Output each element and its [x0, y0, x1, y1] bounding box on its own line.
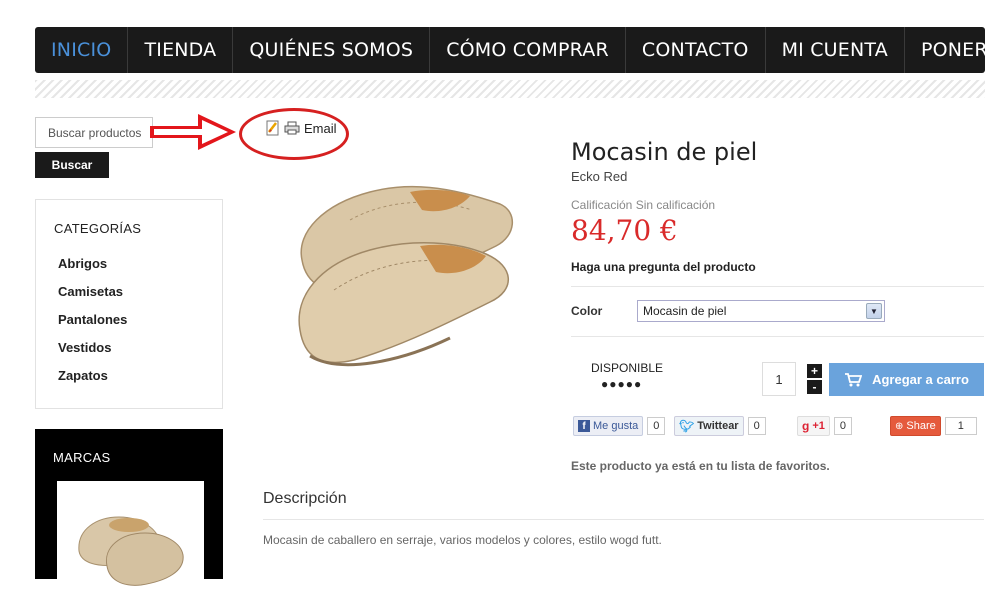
nav-item-quienes-somos[interactable]: QUIÉNES SOMOS — [233, 27, 431, 73]
share-widget: ⊕ Share 1 — [890, 416, 977, 436]
product-image[interactable] — [290, 180, 520, 380]
facebook-icon: f — [578, 420, 590, 432]
category-item-pantalones[interactable]: Pantalones — [58, 312, 127, 340]
nav-item-inicio[interactable]: INICIO — [35, 27, 129, 73]
red-arrow-annotation — [150, 114, 236, 150]
product-tools: Email — [266, 120, 337, 136]
share-count: 1 — [944, 417, 977, 435]
add-to-cart-label: Agregar a carro — [872, 372, 969, 387]
product-price: 84,70 € — [571, 214, 678, 247]
decorative-stripe-bar — [35, 80, 985, 98]
facebook-like-count: 0 — [647, 417, 666, 435]
category-item-camisetas[interactable]: Camisetas — [58, 284, 127, 312]
favorites-message: Este producto ya está en tu lista de fav… — [571, 459, 830, 473]
share-button[interactable]: ⊕ Share — [890, 416, 941, 436]
ask-question-link[interactable]: Haga una pregunta del producto — [571, 260, 756, 274]
tweet-count: 0 — [747, 417, 766, 435]
share-icon: ⊕ — [895, 420, 904, 432]
search-input[interactable]: Buscar productos — [35, 117, 153, 148]
chevron-down-icon[interactable]: ▼ — [866, 303, 882, 319]
print-icon[interactable] — [284, 121, 300, 135]
google-plus-button[interactable]: g +1 — [797, 416, 830, 436]
nav-item-como-comprar[interactable]: CÓMO COMPRAR — [430, 27, 626, 73]
availability-indicator: ●●●●● — [601, 377, 643, 391]
brand-shoe-image — [78, 516, 184, 586]
search-button[interactable]: Buscar — [35, 152, 109, 178]
share-label: Share — [906, 420, 936, 432]
description-title: Descripción — [263, 490, 347, 507]
google-plus-icon: g — [802, 419, 810, 433]
brands-panel: MARCAS — [35, 429, 223, 591]
add-to-cart-button[interactable]: Agregar a carro — [829, 363, 984, 396]
tweet-label: Twittear — [697, 420, 739, 432]
facebook-like-label: Me gusta — [593, 420, 639, 432]
categories-title: CATEGORÍAS — [54, 221, 142, 236]
google-plus-label: +1 — [812, 420, 825, 432]
color-select[interactable]: Mocasin de piel ▼ — [637, 300, 885, 322]
product-brand[interactable]: Ecko Red — [571, 169, 627, 184]
facebook-like-button[interactable]: f Me gusta — [573, 416, 644, 436]
divider — [571, 336, 984, 337]
product-title: Mocasin de piel — [571, 138, 758, 166]
cart-icon — [845, 372, 863, 386]
google-plus-count: 0 — [833, 417, 853, 435]
product-rating: Calificación Sin calificación — [571, 198, 716, 212]
categories-list: Abrigos Camisetas Pantalones Vestidos Za… — [58, 256, 127, 396]
pdf-icon[interactable] — [266, 120, 280, 136]
category-item-zapatos[interactable]: Zapatos — [58, 368, 127, 396]
email-link[interactable]: Email — [304, 121, 337, 136]
availability-label: DISPONIBLE — [591, 361, 664, 375]
color-label: Color — [571, 304, 603, 318]
divider — [263, 519, 984, 520]
description-text: Mocasin de caballero en serraje, varios … — [263, 533, 662, 547]
twitter-icon: 🐦︎ — [679, 419, 695, 433]
color-select-value: Mocasin de piel — [643, 304, 727, 318]
quantity-increase-button[interactable]: + — [807, 364, 822, 378]
nav-item-mi-cuenta[interactable]: MI CUENTA — [766, 27, 905, 73]
divider — [571, 286, 984, 287]
twitter-share: 🐦︎ Twittear 0 — [674, 416, 766, 436]
quantity-decrease-button[interactable]: - — [807, 380, 822, 394]
brands-title: MARCAS — [53, 450, 111, 465]
tweet-button[interactable]: 🐦︎ Twittear — [674, 416, 744, 436]
brand-image[interactable] — [57, 481, 204, 591]
category-item-vestidos[interactable]: Vestidos — [58, 340, 127, 368]
nav-item-tienda[interactable]: TIENDA — [128, 27, 234, 73]
nav-item-contacto[interactable]: CONTACTO — [626, 27, 766, 73]
categories-panel: CATEGORÍAS Abrigos Camisetas Pantalones … — [35, 199, 223, 409]
nav-item-poner[interactable]: PONER — [905, 27, 1004, 73]
google-plus: g +1 0 — [797, 416, 853, 436]
category-item-abrigos[interactable]: Abrigos — [58, 256, 127, 284]
facebook-like: f Me gusta 0 — [573, 416, 666, 436]
main-nav: INICIO TIENDA QUIÉNES SOMOS CÓMO COMPRAR… — [35, 27, 1004, 73]
quantity-input[interactable]: 1 — [762, 362, 796, 396]
